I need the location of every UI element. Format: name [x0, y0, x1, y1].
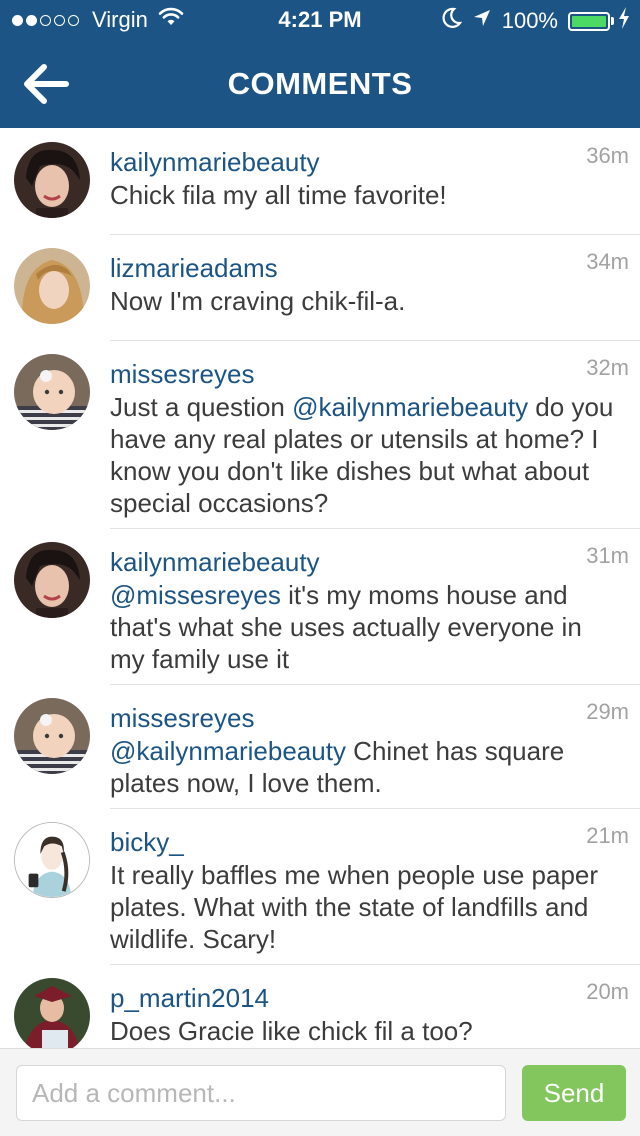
- comment-username[interactable]: lizmarieadams: [110, 251, 278, 285]
- page-title: COMMENTS: [227, 66, 413, 101]
- comment-timestamp: 31m: [586, 543, 629, 568]
- comment-username[interactable]: kailynmariebeauty: [110, 545, 320, 579]
- comment-composer: Send: [0, 1048, 640, 1136]
- comment-text: @missesreyes it's my moms house and that…: [110, 579, 640, 675]
- comment-body: It really baffles me when people use pap…: [110, 860, 599, 954]
- comment-text: Chick fila my all time favorite!: [110, 179, 640, 211]
- navigation-bar: COMMENTS: [0, 40, 640, 128]
- comment-timestamp: 29m: [586, 699, 629, 724]
- comment-username[interactable]: p_martin2014: [110, 981, 269, 1015]
- mention-link[interactable]: @kailynmariebeauty: [110, 736, 346, 766]
- comment-text: Now I'm craving chik-fil-a.: [110, 285, 640, 317]
- mention-link[interactable]: @kailynmariebeauty: [292, 392, 528, 422]
- comment-username[interactable]: missesreyes: [110, 357, 254, 391]
- avatar[interactable]: [14, 978, 90, 1048]
- comment-item: p_martin2014 20m Does Gracie like chick …: [0, 964, 640, 1048]
- avatar[interactable]: [14, 542, 90, 618]
- comment-input[interactable]: [16, 1065, 506, 1121]
- comment-username[interactable]: kailynmariebeauty: [110, 145, 320, 179]
- send-button[interactable]: Send: [522, 1065, 626, 1121]
- avatar[interactable]: [14, 698, 90, 774]
- mention-link[interactable]: @missesreyes: [110, 580, 281, 610]
- charging-bolt-icon: [618, 7, 630, 35]
- comment-item: missesreyes 32m Just a question @kailynm…: [0, 340, 640, 528]
- comment-body: Now I'm craving chik-fil-a.: [110, 286, 406, 316]
- moon-icon: [442, 7, 462, 35]
- comment-item: kailynmariebeauty 31m @missesreyes it's …: [0, 528, 640, 684]
- comment-item: lizmarieadams 34m Now I'm craving chik-f…: [0, 234, 640, 340]
- avatar[interactable]: [14, 142, 90, 218]
- comment-username[interactable]: bicky_: [110, 825, 184, 859]
- comment-text: @kailynmariebeauty Chinet has square pla…: [110, 735, 640, 799]
- comments-list[interactable]: kailynmariebeauty 36m Chick fila my all …: [0, 128, 640, 1048]
- avatar[interactable]: [14, 248, 90, 324]
- comment-timestamp: 32m: [586, 355, 629, 380]
- comment-body: Chick fila my all time favorite!: [110, 180, 447, 210]
- comment-username[interactable]: missesreyes: [110, 701, 254, 735]
- comment-body: Does Gracie like chick fil a too?: [110, 1016, 473, 1046]
- comment-timestamp: 21m: [586, 823, 629, 848]
- comment-item: missesreyes 29m @kailynmariebeauty Chine…: [0, 684, 640, 808]
- avatar[interactable]: [14, 354, 90, 430]
- comment-text: Just a question @kailynmariebeauty do yo…: [110, 391, 640, 519]
- battery-icon: [568, 11, 614, 31]
- header: Virgin 4:21 PM 100% COMMENTS: [0, 0, 640, 128]
- comment-item: bicky_ 21m It really baffles me when peo…: [0, 808, 640, 964]
- comment-timestamp: 20m: [586, 979, 629, 1004]
- avatar[interactable]: [14, 822, 90, 898]
- status-bar: Virgin 4:21 PM 100%: [0, 0, 640, 40]
- comment-timestamp: 36m: [586, 143, 629, 168]
- comment-timestamp: 34m: [586, 249, 629, 274]
- location-arrow-icon: [472, 8, 492, 34]
- comment-body: Just a question: [110, 392, 293, 422]
- comment-text: It really baffles me when people use pap…: [110, 859, 640, 955]
- comment-text: Does Gracie like chick fil a too?: [110, 1015, 640, 1047]
- comment-item: kailynmariebeauty 36m Chick fila my all …: [0, 128, 640, 234]
- battery-percent: 100%: [501, 8, 558, 33]
